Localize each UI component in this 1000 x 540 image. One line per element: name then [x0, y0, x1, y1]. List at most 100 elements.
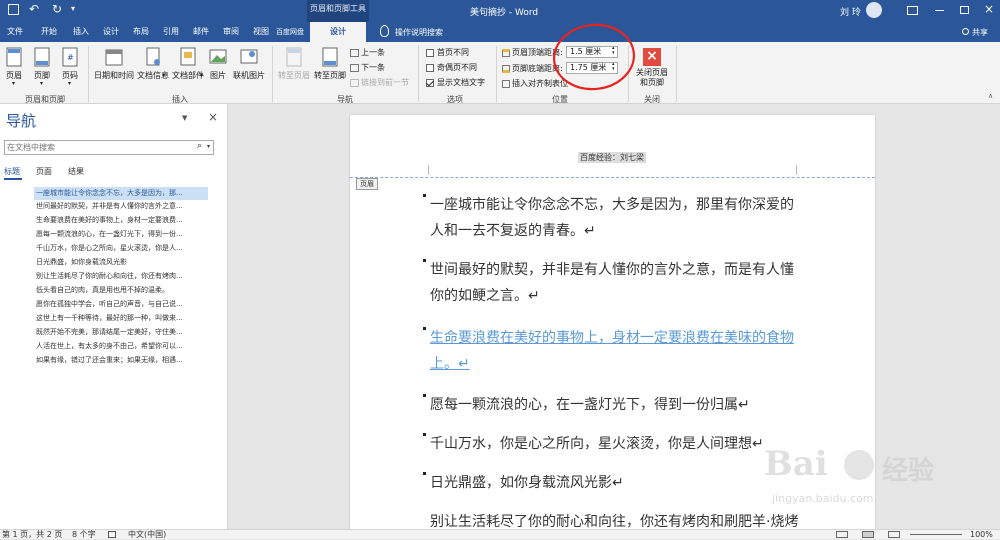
picture-icon [209, 49, 227, 64]
odd-even-different-checkbox[interactable]: 奇偶页不同 [426, 61, 477, 74]
picture-label: 图片 [210, 71, 226, 80]
tab-baidu-netdisk[interactable]: 百度网盘 [272, 22, 308, 42]
user-name[interactable]: 刘 玲 [840, 5, 861, 18]
avatar[interactable] [866, 2, 882, 18]
minimize-icon[interactable] [935, 10, 944, 11]
context-tab-header: 页眉和页脚工具 [307, 0, 369, 22]
customize-qat-icon[interactable]: ▾ [71, 4, 75, 13]
heading-bullet [423, 394, 426, 397]
nav-tab-results[interactable]: 结果 [68, 166, 84, 177]
list-item[interactable]: 低头看自己的肉，真是用也甩不掉的温柔。 [36, 284, 208, 297]
header-text[interactable]: 百度经验：刘七梁 [578, 152, 646, 163]
status-bar: 第 1 页，共 2 页 8 个字 中文(中国) 100% [0, 529, 1000, 539]
paragraph[interactable]: 世间最好的默契，并非是有人懂你的言外之意，而是有人懂你的如鲠之言。↵ [423, 257, 805, 309]
nav-close-icon[interactable]: × [208, 110, 218, 124]
paragraph-text: 生命要浪费在美好的事物上，身材一定要浪费在美味的食物上。↵ [430, 330, 794, 372]
paragraph[interactable]: 千山万水，你是心之所向，星火滚烫，你是人间理想↵ [423, 431, 805, 457]
first-page-different-label: 首页不同 [437, 48, 469, 57]
picture-button[interactable]: 图片 [206, 44, 230, 90]
list-item[interactable]: 一座城市能让令你念念不忘，大多是因为，那... [36, 187, 208, 200]
lightbulb-icon [380, 25, 389, 37]
heading-bullet [423, 472, 426, 475]
tab-home[interactable]: 开始 [32, 22, 66, 42]
restore-icon[interactable] [960, 6, 969, 14]
list-item[interactable]: 日光鼎盛，如你身载流风光影 [36, 256, 208, 269]
header-tag: 页眉 [356, 178, 378, 190]
tab-insert[interactable]: 插入 [66, 22, 96, 42]
list-item[interactable]: 别让生活耗尽了你的耐心和向往，你还有烤肉... [36, 270, 208, 283]
list-item[interactable]: 愿你在孤独中学会，听自己的声音，与自己说... [36, 298, 208, 311]
zoom-slider[interactable] [910, 534, 962, 535]
save-icon[interactable] [8, 4, 19, 15]
online-picture-icon [240, 49, 258, 64]
paragraph[interactable]: 日光鼎盛，如你身载流风光影↵ [423, 470, 805, 496]
link-icon [350, 78, 359, 87]
checkbox-unchecked [426, 63, 434, 72]
redo-icon[interactable]: ↻ [52, 2, 62, 16]
paragraph[interactable]: 生命要浪费在美好的事物上，身材一定要浪费在美味的食物上。↵ [423, 325, 805, 377]
collapse-ribbon-icon[interactable]: ∧ [988, 92, 993, 100]
previous-button[interactable]: 上一条 [350, 46, 385, 59]
tab-mailings[interactable]: 邮件 [186, 22, 216, 42]
tab-header-footer-design[interactable]: 设计 [310, 22, 366, 42]
goto-footer-label: 转至页脚 [314, 71, 346, 80]
tab-layout[interactable]: 布局 [126, 22, 156, 42]
list-item[interactable]: 这世上有一千种等待，最好的那一种，叫做来... [36, 312, 208, 325]
close-window-icon[interactable]: × [984, 2, 994, 16]
previous-icon [350, 48, 359, 57]
tell-me-search[interactable]: 操作说明搜索 [395, 27, 443, 38]
watermark-brand: Bai [764, 444, 828, 484]
read-mode-icon[interactable] [836, 531, 848, 538]
list-item[interactable]: 如果有缘，错过了还会重来；如果无缘，相遇... [36, 354, 208, 367]
share-button[interactable]: 共享 [972, 27, 988, 38]
list-item[interactable]: 人活在世上，有太多的身不由己，希望你可以... [36, 340, 208, 353]
web-layout-icon[interactable] [888, 531, 900, 538]
chevron-down-icon: ▾ [162, 72, 166, 79]
ribbon-display-icon[interactable] [907, 6, 918, 15]
proofing-icon[interactable] [108, 531, 116, 538]
tab-design[interactable]: 设计 [96, 22, 126, 42]
tab-references[interactable]: 引用 [156, 22, 186, 42]
paragraph[interactable]: 别让生活耗尽了你的耐心和向往，你还有烤肉和刷肥羊·烧烤 [430, 509, 810, 529]
goto-footer-icon [322, 47, 338, 67]
chevron-down-icon[interactable]: ▾ [207, 143, 210, 150]
list-item[interactable]: 既然开始不完美，那请结尾一定美好，守住美... [36, 326, 208, 339]
next-label: 下一条 [361, 63, 385, 72]
tab-file[interactable]: 文件 [0, 22, 30, 42]
paragraph[interactable]: 愿每一颗流浪的心，在一盏灯光下，得到一份归属↵ [423, 392, 805, 418]
nav-search-input[interactable] [5, 141, 185, 154]
link-to-previous-label: 链接到前一节 [361, 78, 409, 87]
tab-review[interactable]: 审阅 [216, 22, 246, 42]
heading-bullet [423, 194, 426, 197]
nav-tab-pages[interactable]: 页面 [36, 166, 52, 177]
show-document-text-checkbox[interactable]: 显示文档文字 [426, 76, 485, 89]
search-icon[interactable]: ⌕ [197, 141, 202, 151]
nav-options-icon[interactable]: ▼ [182, 114, 187, 122]
group-separator [676, 46, 677, 102]
close-header-footer-button[interactable]: × 关闭页眉和页脚 [632, 46, 672, 92]
list-item[interactable]: 世间最好的默契，并非是有人懂你的言外之意... [36, 200, 208, 213]
heading-bullet [423, 327, 426, 330]
share-icon[interactable] [962, 28, 969, 35]
nav-search-box[interactable]: ⌕ ▾ [4, 140, 214, 155]
chevron-down-icon: ▾ [40, 80, 44, 87]
doc-info-button[interactable]: 文档信息 [136, 44, 170, 90]
list-item[interactable]: 愿每一颗流浪的心，在一盏灯光下，得到一份... [36, 228, 208, 241]
footer-position-icon [502, 64, 510, 73]
print-layout-icon[interactable] [862, 531, 874, 538]
document-area: 百度经验：刘七梁 页眉 一座城市能让令你念念不忘，大多是因为，那里有你深爱的人和… [229, 104, 1000, 529]
undo-icon[interactable]: ↶ [29, 2, 39, 16]
online-picture-button[interactable]: 联机图片 [230, 44, 268, 90]
nav-tab-headings[interactable]: 标题 [4, 166, 20, 177]
paragraph[interactable]: 一座城市能让令你念念不忘，大多是因为，那里有你深爱的人和一去不复返的青春。↵ [423, 192, 805, 244]
close-header-footer-label: 关闭页眉和页脚 [636, 68, 668, 87]
online-picture-label: 联机图片 [233, 71, 265, 80]
paragraph-text: 千山万水，你是心之所向，星火滚烫，你是人间理想↵ [430, 436, 764, 452]
list-item[interactable]: 生命要浪费在美好的事物上，身材一定要浪费... [36, 214, 208, 227]
date-time-button[interactable]: 日期和时间 [92, 44, 136, 90]
next-button[interactable]: 下一条 [350, 61, 385, 74]
doc-parts-button[interactable]: 文档部件 [170, 44, 206, 90]
list-item[interactable]: 千山万水，你是心之所向，星火滚烫，你是人... [36, 242, 208, 255]
first-page-different-checkbox[interactable]: 首页不同 [426, 46, 469, 59]
goto-footer-button[interactable]: 转至页脚 [312, 44, 348, 90]
